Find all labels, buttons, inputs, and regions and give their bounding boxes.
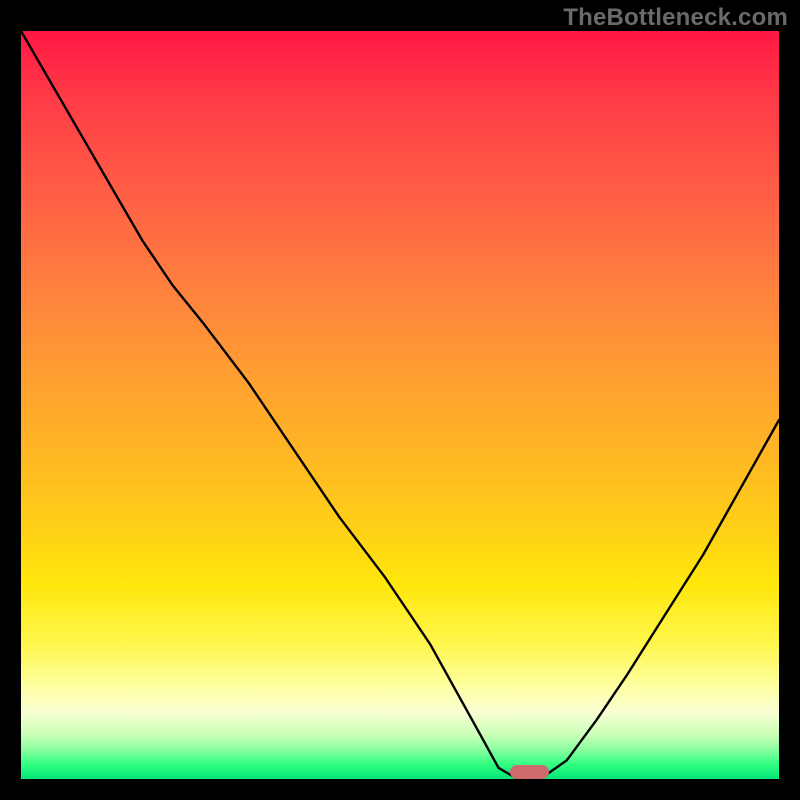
- chart-frame: TheBottleneck.com: [0, 0, 800, 800]
- curve-path: [21, 31, 779, 779]
- optimal-marker: [510, 765, 549, 779]
- plot-area: [21, 31, 779, 779]
- bottleneck-curve: [21, 31, 779, 779]
- watermark-text: TheBottleneck.com: [563, 4, 788, 32]
